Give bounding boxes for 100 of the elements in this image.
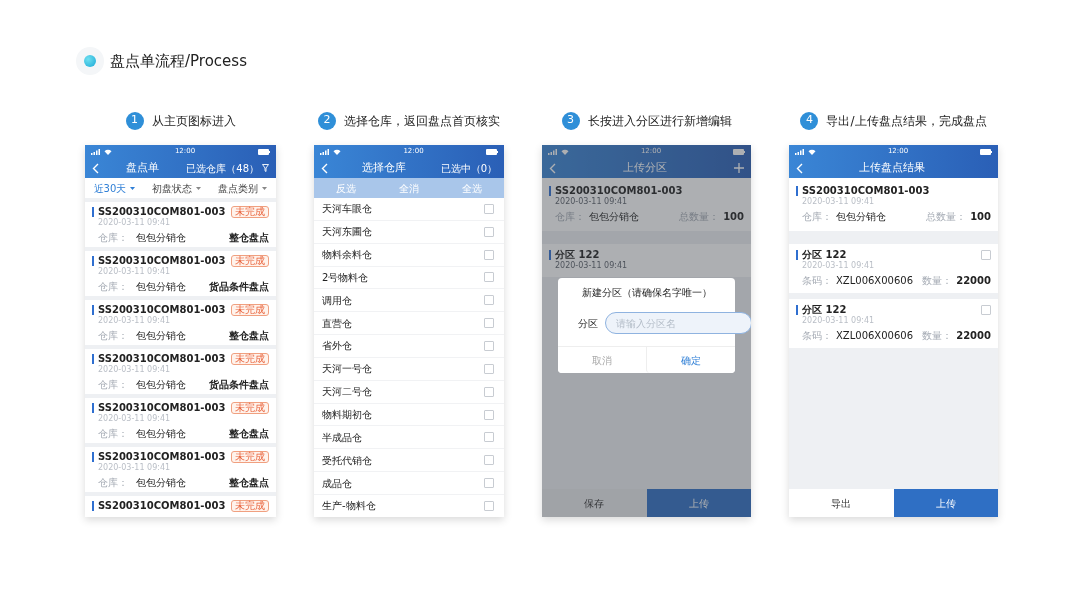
field-label: 仓库： [98,379,128,391]
accent-bar [92,354,94,364]
order-code: 分区 122 [555,249,600,261]
order-code: SS200310COM801-003 [98,304,226,316]
timestamp: 2020-03-11 09:41 [98,218,172,228]
count-type: 整仓盘点 [229,428,269,440]
order-code: 分区 122 [802,249,847,261]
order-code: SS200310COM801-003 [98,451,226,463]
order-code: SS200310COM801-003 [98,353,226,365]
field-label: 仓库： [98,428,128,440]
timestamp: 2020-03-11 09:41 [802,316,876,326]
count-type: 整仓盘点 [229,330,269,342]
checkbox[interactable] [484,386,494,397]
caret-icon [196,186,202,190]
count-type: 货品条件盘点 [209,379,269,391]
field-label: 数量： [922,330,953,342]
bottom-button[interactable]: 上传 [893,489,998,517]
step-caption: 导出/上传盘点结果，完成盘点 [826,112,987,130]
accent-bar [796,305,798,315]
wifi-icon [333,148,341,155]
checkbox[interactable] [484,226,494,237]
signal-icon [320,148,329,155]
timestamp: 2020-03-11 09:41 [555,197,629,207]
checkbox[interactable] [484,249,494,260]
accent-bar [92,256,94,266]
checkbox[interactable] [981,305,991,315]
dialog-button[interactable]: 确定 [646,347,735,373]
checkbox[interactable] [484,409,494,420]
signal-icon [795,148,804,155]
accent-bar [92,207,94,217]
battery-icon [486,148,498,155]
wifi-icon [104,148,112,155]
field-value: 包包分销仓 [136,330,186,342]
accent-bar [549,250,551,260]
checkbox[interactable] [484,318,494,329]
checkbox[interactable] [484,500,494,511]
screen-title: 选择仓库 [362,159,407,176]
accent-bar [92,403,94,413]
checkbox[interactable] [484,295,494,306]
checkbox[interactable] [484,341,494,351]
filter-dropdown[interactable]: 近30天 [93,180,136,196]
wifi-icon [808,148,816,155]
field-value: 包包分销仓 [836,211,886,223]
order-code: SS200310COM801-003 [98,206,226,218]
filter-dropdown[interactable]: 初盘状态 [152,180,202,196]
checkbox[interactable] [484,432,494,443]
field-label: 条码： [802,330,832,342]
screen-title: 上传分区 [623,159,667,176]
caret-icon [130,186,136,190]
battery-icon [733,148,745,155]
caret-icon [262,186,268,190]
field-value: 22000 [956,330,991,342]
warehouse-name: 天河车眼仓 [322,202,372,217]
back-icon[interactable] [92,162,99,174]
battery-icon [980,148,992,155]
order-code: SS200310COM801-003 [98,402,226,414]
step-caption: 长按进入分区进行新增编辑 [587,112,732,130]
field-value: 包包分销仓 [136,428,186,440]
bottom-button[interactable]: 上传 [646,489,751,517]
checkbox[interactable] [484,272,494,283]
checkbox[interactable] [484,203,494,214]
warehouse-name: 受托代销仓 [322,453,372,468]
back-icon[interactable] [796,162,803,174]
back-icon[interactable] [549,162,556,174]
bottom-button[interactable]: 保存 [542,489,647,517]
field-value: XZL006X00606 [836,275,914,287]
field-value: XZL006X00606 [836,330,914,342]
signal-icon [91,148,100,155]
checkbox[interactable] [981,250,991,260]
accent-bar [92,501,94,511]
checkbox[interactable] [484,363,494,374]
warehouse-name: 天河东圃仓 [322,225,372,240]
screen-title: 盘点单 [126,159,160,176]
timestamp: 2020-03-11 09:41 [98,267,172,277]
status-badge: 未完成 [231,353,269,365]
field-label: 仓库： [98,281,128,293]
filter-dropdown[interactable]: 盘点类别 [218,180,268,196]
battery-icon [258,148,270,155]
filter-icon[interactable] [262,164,269,172]
field-value: 22000 [956,275,991,287]
dialog-title: 新建分区（请确保名字唯一） [580,286,713,299]
field-value: 包包分销仓 [136,477,186,489]
count-type: 整仓盘点 [229,232,269,244]
step-number: 4 [800,111,819,130]
accent-bar [92,452,94,462]
accent-bar [92,305,94,315]
timestamp: 2020-03-11 09:41 [802,261,876,271]
field-value: 100 [970,211,991,223]
checkbox[interactable] [484,455,494,466]
checkbox[interactable] [484,478,494,489]
bottom-button[interactable]: 导出 [789,489,894,517]
warehouse-name: 直营仓 [322,316,352,331]
count-type: 货品条件盘点 [209,281,269,293]
status-badge: 未完成 [231,304,269,316]
back-icon[interactable] [321,162,328,174]
status-badge: 未完成 [231,451,269,463]
field-label: 仓库： [98,477,128,489]
timestamp: 2020-03-11 09:41 [802,197,876,207]
field-value: 100 [723,211,744,223]
plus-icon[interactable] [734,163,744,173]
